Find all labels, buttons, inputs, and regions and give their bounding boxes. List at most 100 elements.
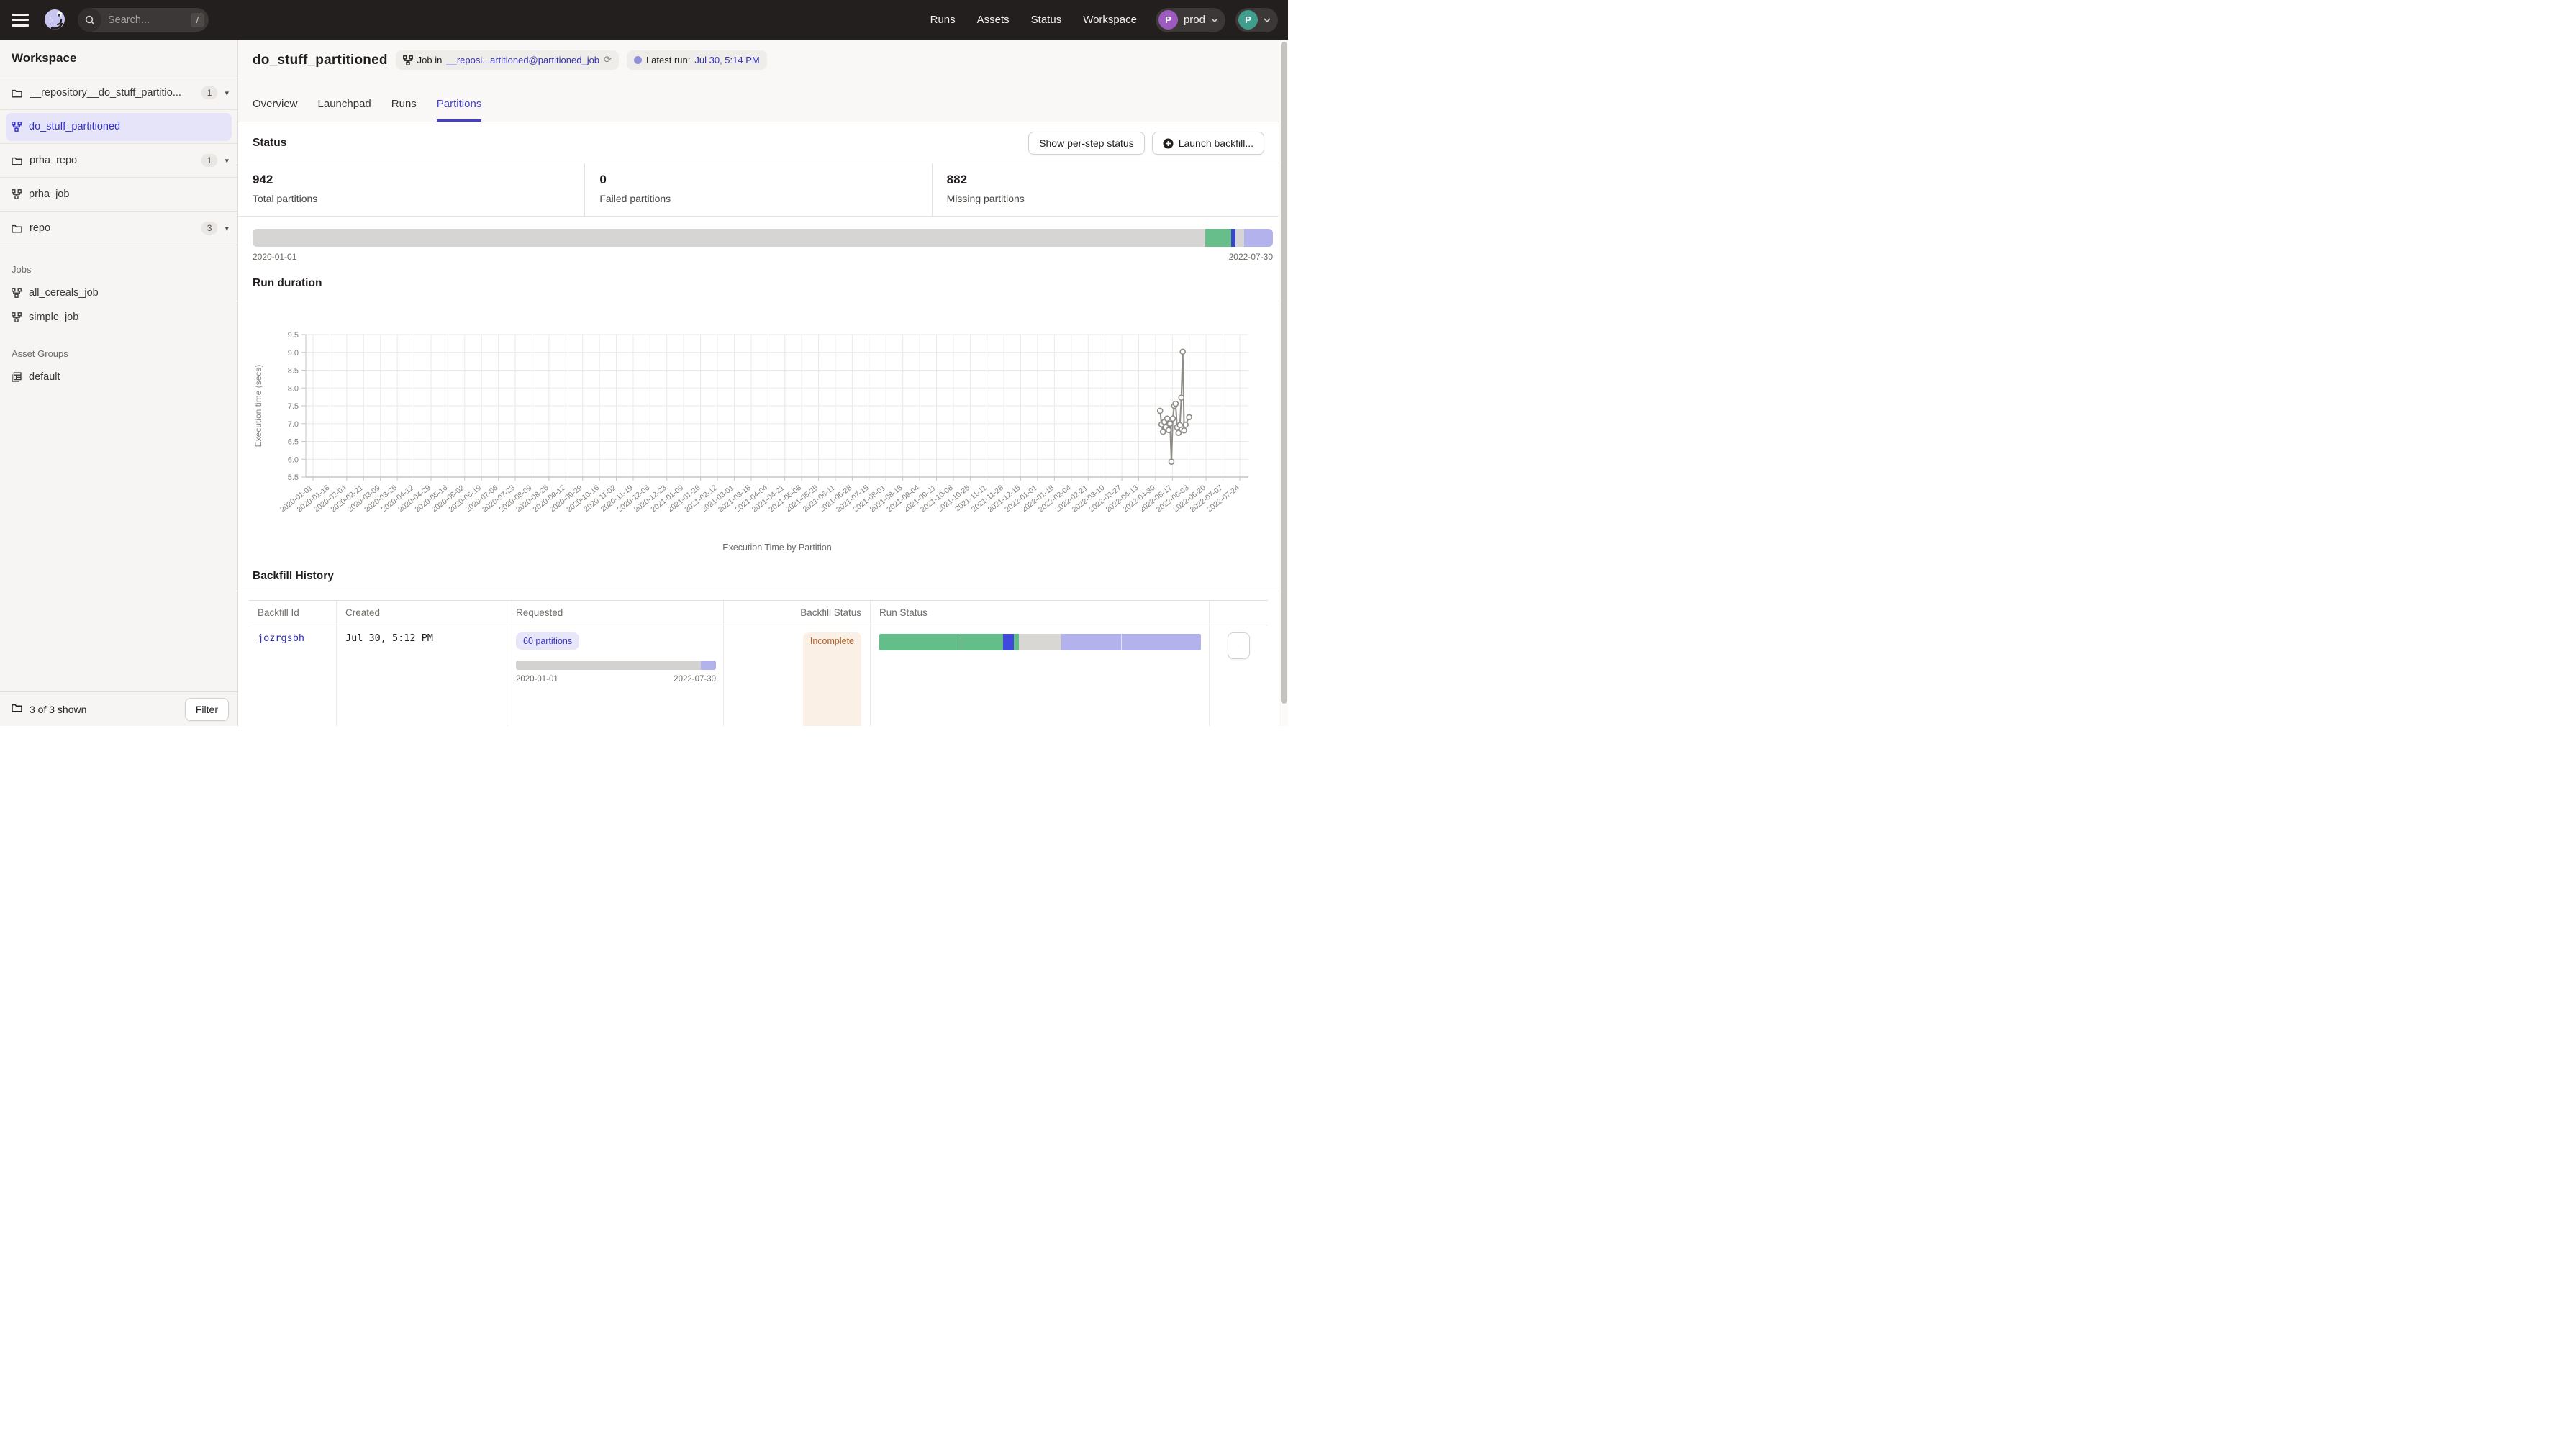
sidebar-job-simple_job[interactable]: simple_job <box>0 305 237 330</box>
partition-status-section: 2020-01-01 2022-07-30 <box>238 217 1279 262</box>
asset-group-icon <box>12 372 22 382</box>
chevron-down-icon <box>1264 18 1271 22</box>
run-duration-chart: 9.59.08.58.07.57.06.56.05.52020-01-01202… <box>242 306 1279 556</box>
run-status-bar[interactable] <box>879 634 1201 650</box>
job-label: simple_job <box>29 312 78 323</box>
dagster-logo-icon[interactable] <box>42 7 68 33</box>
column-header-requested: Requested <box>507 600 724 625</box>
menu-icon[interactable] <box>12 14 29 27</box>
deployment-name: prod <box>1184 14 1205 26</box>
item-count-badge: 1 <box>201 86 218 99</box>
backfill-id-cell[interactable]: jozrgsbh <box>249 625 337 726</box>
launch-backfill-button[interactable]: Launch backfill... <box>1152 132 1264 155</box>
requested-range-start: 2020-01-01 <box>516 675 558 684</box>
svg-text:8.5: 8.5 <box>288 367 299 376</box>
folder-icon <box>12 703 22 716</box>
deployment-switcher[interactable]: P prod <box>1156 8 1225 32</box>
status-heading: Status <box>253 137 286 150</box>
stat-label: Missing partitions <box>947 193 1264 204</box>
backfill-table: Backfill IdCreatedRequestedBackfill Stat… <box>249 600 1268 726</box>
caret-down-icon[interactable]: ▾ <box>225 156 229 165</box>
svg-text:6.5: 6.5 <box>288 438 299 447</box>
column-header-backfill-status: Backfill Status <box>724 600 871 625</box>
job-label: all_cereals_job <box>29 287 99 299</box>
partition-range-start: 2020-01-01 <box>253 252 296 262</box>
bar-segment <box>1014 634 1019 650</box>
bar-segment <box>1244 229 1273 247</box>
top-nav: Runs Assets Status Workspace <box>930 14 1137 26</box>
search-shortcut-key: / <box>191 13 204 27</box>
job-origin-link[interactable]: __reposi...artitioned@partitioned_job <box>446 55 599 65</box>
backfill-status-badge: Incomplete <box>803 632 861 726</box>
job-icon <box>12 312 22 322</box>
job-origin-prefix: Job in <box>417 55 443 65</box>
folder-icon <box>12 224 22 233</box>
tab-partitions[interactable]: Partitions <box>437 98 482 122</box>
bar-segment <box>1061 634 1121 650</box>
chevron-down-icon <box>1238 643 1239 649</box>
job-icon <box>12 288 22 298</box>
bar-segment <box>516 661 701 670</box>
tab-runs[interactable]: Runs <box>391 98 417 122</box>
job-icon <box>403 55 413 65</box>
sidebar-footer: 3 of 3 shown Filter <box>0 691 237 726</box>
show-per-step-status-button[interactable]: Show per-step status <box>1028 132 1145 155</box>
filter-button[interactable]: Filter <box>185 698 229 721</box>
sidebar-item-prha-repo[interactable]: prha_repo1▾ <box>0 144 237 178</box>
run-duration-heading: Run duration <box>238 262 1279 301</box>
sidebar-item-repo[interactable]: repo3▾ <box>0 212 237 245</box>
bar-segment <box>1205 229 1230 247</box>
folder-icon <box>12 156 22 165</box>
stat-missing-partitions: 882Missing partitions <box>932 163 1279 216</box>
sidebar-item-label: __repository__do_stuff_partitio... <box>30 87 201 99</box>
asset-group-label: default <box>29 371 60 383</box>
tab-bar: Overview Launchpad Runs Partitions <box>253 98 1264 122</box>
bar-segment <box>701 661 716 670</box>
requested-partitions-badge[interactable]: 60 partitions <box>516 632 579 650</box>
item-count-badge: 1 <box>201 154 218 167</box>
caret-down-icon[interactable]: ▾ <box>225 89 229 98</box>
reload-icon[interactable]: ⟳ <box>604 55 612 65</box>
sidebar-item-prha-job[interactable]: prha_job <box>0 178 237 212</box>
requested-range-end: 2022-07-30 <box>674 675 716 684</box>
deployment-avatar: P <box>1158 10 1178 30</box>
tab-launchpad[interactable]: Launchpad <box>318 98 371 122</box>
requested-partitions-bar <box>516 661 716 670</box>
sidebar-asset-group-default[interactable]: default <box>0 365 237 389</box>
page-scrollbar[interactable] <box>1279 40 1288 726</box>
tab-overview[interactable]: Overview <box>253 98 298 122</box>
job-origin-badge: Job in __reposi...artitioned@partitioned… <box>396 50 619 70</box>
latest-run-badge: Latest run: Jul 30, 5:14 PM <box>627 50 767 70</box>
search-input[interactable]: Search... / <box>78 8 209 32</box>
workspace-sidebar: Workspace __repository__do_stuff_partiti… <box>0 40 238 726</box>
partition-status-bar[interactable] <box>253 229 1273 247</box>
user-menu[interactable]: P <box>1235 8 1278 32</box>
repo-list: __repository__do_stuff_partitio...1▾do_s… <box>0 76 237 245</box>
search-placeholder: Search... <box>101 14 191 26</box>
nav-item-workspace[interactable]: Workspace <box>1083 14 1137 26</box>
sidebar-item--repository-do-stuff-partiti[interactable]: __repository__do_stuff_partitio...1 ▾ <box>0 76 237 110</box>
nav-item-status[interactable]: Status <box>1031 14 1062 26</box>
latest-run-link[interactable]: Jul 30, 5:14 PM <box>694 55 759 65</box>
job-icon <box>12 189 22 199</box>
scrollbar-thumb[interactable] <box>1281 42 1287 704</box>
expand-row-button[interactable] <box>1228 632 1250 659</box>
backfill-created-cell: Jul 30, 5:12 PM <box>337 625 507 726</box>
svg-text:8.0: 8.0 <box>288 384 299 393</box>
nav-item-runs[interactable]: Runs <box>930 14 956 26</box>
svg-text:9.0: 9.0 <box>288 349 299 358</box>
asset-groups-section-label: Asset Groups <box>0 330 237 365</box>
svg-text:6.0: 6.0 <box>288 455 299 464</box>
sidebar-job-all_cereals_job[interactable]: all_cereals_job <box>0 281 237 305</box>
sidebar-item-do-stuff-partitioned[interactable]: do_stuff_partitioned <box>0 110 237 144</box>
latest-run-label: Latest run: <box>646 55 690 65</box>
nav-item-assets[interactable]: Assets <box>977 14 1010 26</box>
stat-value: 942 <box>253 173 570 187</box>
caret-down-icon[interactable]: ▾ <box>225 224 229 233</box>
job-icon <box>12 122 22 132</box>
bar-segment <box>1235 229 1244 247</box>
stat-label: Failed partitions <box>599 193 917 204</box>
stat-total-partitions: 942Total partitions <box>238 163 584 216</box>
item-count-badge: 3 <box>201 222 218 235</box>
svg-text:5.5: 5.5 <box>288 473 299 482</box>
